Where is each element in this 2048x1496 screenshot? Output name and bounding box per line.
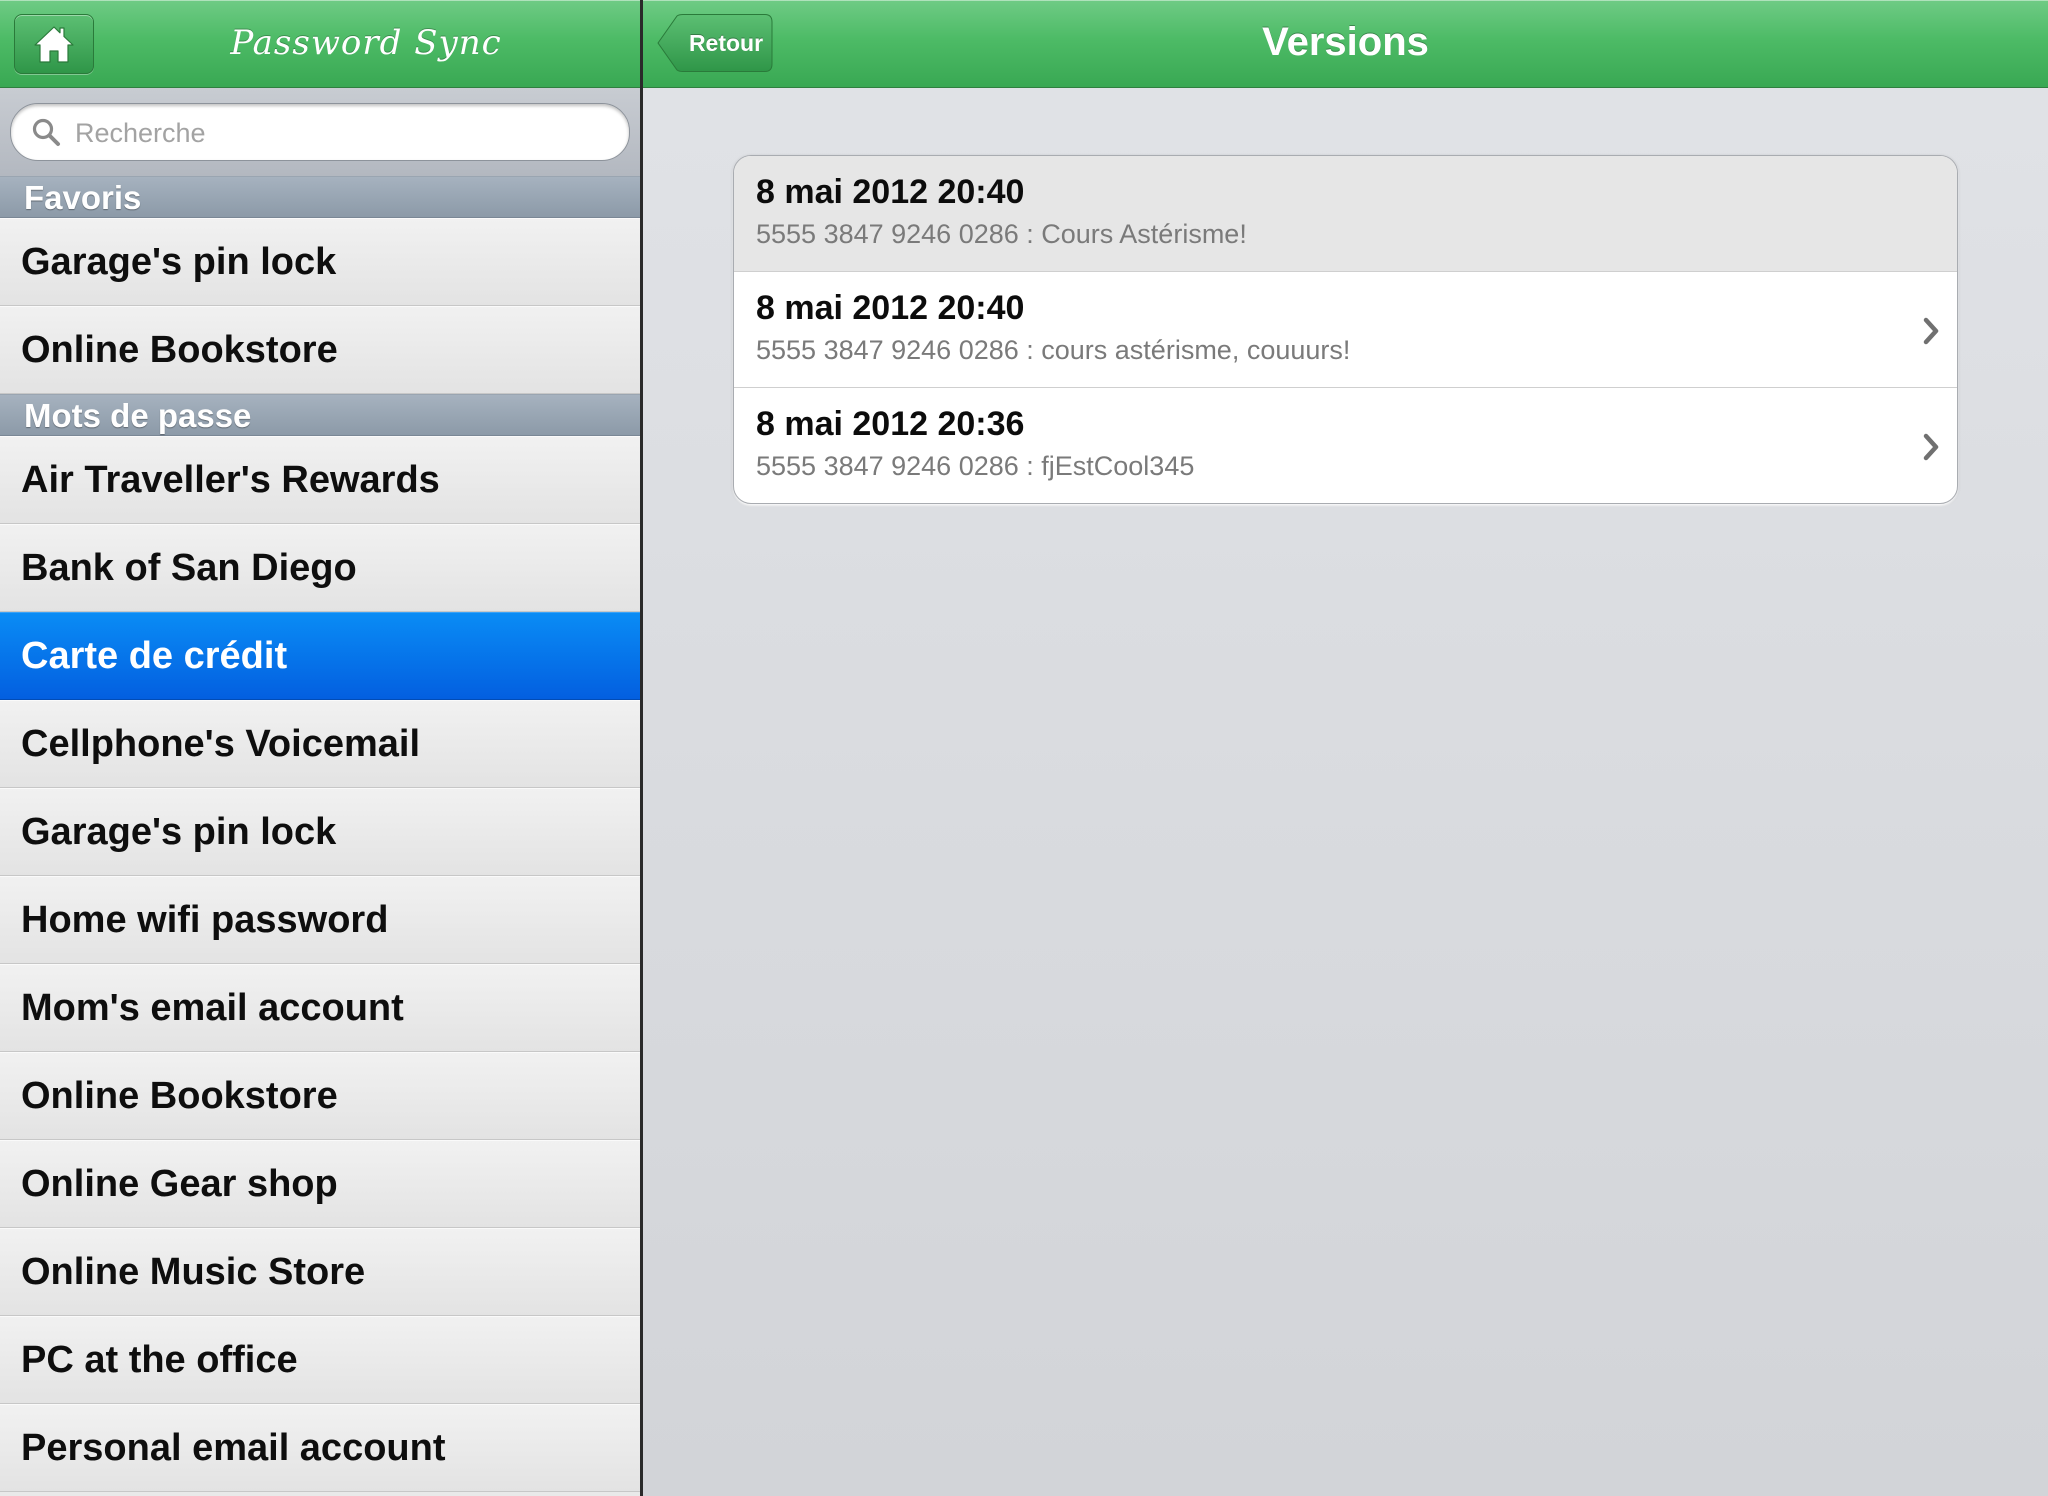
- search-field[interactable]: [10, 103, 630, 161]
- version-row[interactable]: 8 mai 2012 20:40 5555 3847 9246 0286 : co…: [734, 272, 1957, 388]
- search-bar: [0, 88, 640, 176]
- chevron-right-icon: [1923, 317, 1939, 345]
- back-button-label: Retour: [688, 30, 764, 56]
- app-title: Password Sync: [230, 23, 502, 63]
- list-item[interactable]: Bank of San Diego: [0, 524, 640, 612]
- version-detail: 5555 3847 9246 0286 : Cours Astérisme!: [756, 219, 1247, 249]
- app-window: Password Sync FavorisGarage's pin lockOn…: [0, 0, 2048, 1496]
- version-detail: 5555 3847 9246 0286 : fjEstCool345: [756, 451, 1195, 481]
- list-item[interactable]: Online Gear shop: [0, 1140, 640, 1228]
- version-date: 8 mai 2012 20:36: [756, 405, 1025, 443]
- back-button[interactable]: Retour: [657, 14, 773, 72]
- list-item[interactable]: Cellphone's Voicemail: [0, 700, 640, 788]
- home-icon: [34, 26, 74, 63]
- list-item[interactable]: Air Traveller's Rewards: [0, 436, 640, 524]
- version-detail: 5555 3847 9246 0286 : cours astérisme, c…: [756, 335, 1351, 365]
- version-date: 8 mai 2012 20:40: [756, 289, 1025, 327]
- list-item[interactable]: Carte de crédit: [0, 612, 640, 700]
- list-item[interactable]: Online Bookstore: [0, 1052, 640, 1140]
- search-input[interactable]: [73, 112, 607, 154]
- page-title: Versions: [1262, 20, 1429, 64]
- list-item[interactable]: Online Bookstore: [0, 306, 640, 394]
- section-header: Favoris: [0, 176, 640, 218]
- section-header: Mots de passe: [0, 394, 640, 436]
- version-row: 8 mai 2012 20:40 5555 3847 9246 0286 : Co…: [734, 156, 1957, 272]
- versions-table: 8 mai 2012 20:40 5555 3847 9246 0286 : Co…: [733, 155, 1958, 504]
- list-item[interactable]: Online Music Store: [0, 1228, 640, 1316]
- sidebar: Password Sync FavorisGarage's pin lockOn…: [0, 0, 640, 1496]
- list-item[interactable]: PC at the office: [0, 1316, 640, 1404]
- sidebar-navbar: Password Sync: [0, 0, 640, 88]
- search-icon: [32, 118, 60, 146]
- version-row[interactable]: 8 mai 2012 20:36 5555 3847 9246 0286 : fj…: [734, 388, 1957, 503]
- list-item[interactable]: Garage's pin lock: [0, 218, 640, 306]
- list-item[interactable]: Personal email account: [0, 1404, 640, 1492]
- home-button[interactable]: [14, 14, 94, 74]
- list-item[interactable]: Home wifi password: [0, 876, 640, 964]
- list-item[interactable]: Garage's pin lock: [0, 788, 640, 876]
- version-date: 8 mai 2012 20:40: [756, 173, 1025, 211]
- list-item[interactable]: Mom's email account: [0, 964, 640, 1052]
- chevron-right-icon: [1923, 433, 1939, 461]
